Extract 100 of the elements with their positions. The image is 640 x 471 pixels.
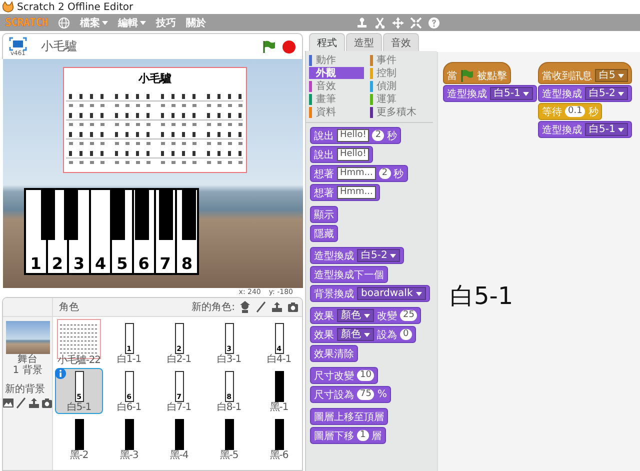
flag-button[interactable]	[262, 40, 276, 54]
upload-icon[interactable]	[28, 397, 40, 409]
code-block[interactable]: 背景換成 boardwalk	[310, 285, 430, 302]
category-item[interactable]: 音效	[309, 80, 364, 92]
fullscreen-icon[interactable]	[9, 36, 27, 50]
flag-icon	[460, 68, 474, 82]
code-block[interactable]: 尺寸改變 10	[310, 367, 378, 384]
tab[interactable]: 程式	[309, 33, 345, 51]
sprite-name: 白3-1	[217, 354, 241, 365]
dropdown-menu[interactable]: boardwalk	[357, 287, 426, 300]
costume-name-text: 白5-1	[450, 281, 514, 312]
stage-thumbnail[interactable]	[6, 321, 50, 354]
scissors-icon[interactable]	[374, 16, 386, 28]
caret-icon	[364, 332, 370, 336]
sharp-key[interactable]	[40, 188, 55, 240]
code-block[interactable]: 效果 顏色 設為 0	[310, 326, 416, 343]
category-item[interactable]: 外觀	[309, 67, 364, 79]
image-icon[interactable]	[3, 397, 14, 409]
code-block[interactable]: 造型換成 白5-2	[310, 247, 404, 264]
dropdown-menu[interactable]: 顏色	[337, 309, 374, 322]
dropdown-menu[interactable]: 白5-2	[357, 249, 400, 262]
category-item[interactable]: 畫筆	[309, 93, 364, 105]
sharp-key[interactable]	[64, 188, 78, 240]
code-block[interactable]: 想著 Hmm... 2 秒	[310, 165, 408, 182]
project-title: 小毛驢	[40, 38, 78, 55]
brush-icon[interactable]	[15, 397, 27, 409]
dropdown-menu[interactable]: 白5-2	[585, 87, 628, 100]
info-icon[interactable]	[55, 368, 66, 379]
number-input[interactable]: 25	[400, 310, 418, 321]
sharp-key-thumbnail	[124, 418, 134, 450]
new-backdrop-label: 新的背景	[4, 384, 45, 395]
category-item[interactable]: 運算	[370, 93, 424, 105]
upload-icon[interactable]	[271, 301, 283, 313]
category-item[interactable]: 控制	[370, 67, 424, 79]
sprite-tile[interactable]: 小毛驢-22	[55, 320, 103, 366]
code-block[interactable]: 造型換成下一個	[310, 266, 388, 283]
code-block[interactable]: 隱藏	[310, 225, 338, 242]
sprite-name: 白6-1	[117, 402, 141, 413]
number-input[interactable]: 75	[357, 389, 374, 400]
code-block[interactable]: 說出 Hello! 2 秒	[310, 127, 402, 144]
caret-icon	[364, 314, 370, 318]
tab[interactable]: 造型	[346, 33, 382, 51]
dropdown-menu[interactable]: 白5-1	[585, 123, 628, 136]
code-block[interactable]: 想著 Hmm...	[310, 184, 380, 201]
code-block[interactable]: 說出 Hello!	[310, 146, 374, 163]
dropdown-menu[interactable]: 顏色	[337, 328, 374, 341]
stamp-icon[interactable]	[356, 16, 368, 28]
code-block[interactable]: 圖層上移至頂層	[310, 408, 388, 425]
number-input[interactable]: 10	[357, 370, 374, 381]
number-input[interactable]: 1	[357, 430, 369, 441]
category-item[interactable]: 資料	[309, 106, 364, 118]
category-item[interactable]: 偵測	[370, 80, 424, 92]
person-icon[interactable]	[239, 301, 251, 313]
tab[interactable]: 音效	[383, 33, 419, 51]
code-block[interactable]: 尺寸設為 75 %	[310, 386, 391, 403]
sprite-name: 白2-1	[167, 354, 191, 365]
caret-icon	[618, 128, 624, 132]
category-label: 資料	[316, 106, 336, 119]
help-icon[interactable]	[428, 16, 440, 28]
sharp-key[interactable]	[111, 188, 126, 240]
sharp-key[interactable]	[158, 188, 173, 240]
dropdown-menu[interactable]: 白5-1	[490, 87, 534, 100]
code-block[interactable]: 效果 顏色 改變 25	[310, 307, 422, 324]
code-block[interactable]: 顯示	[310, 206, 338, 223]
category-item[interactable]: 更多積木	[370, 106, 424, 118]
code-block[interactable]: 造型換成 白5-1	[443, 85, 538, 102]
grow-icon[interactable]	[392, 16, 404, 28]
camera-icon[interactable]	[41, 397, 53, 409]
category-item[interactable]: 動作	[309, 54, 364, 66]
sprites-label: 角色	[59, 301, 79, 314]
globe-icon[interactable]	[58, 16, 70, 28]
text-input[interactable]: Hmm...	[337, 167, 376, 180]
stage-label: 舞台	[18, 354, 38, 365]
brush-icon[interactable]	[255, 301, 267, 313]
code-block[interactable]: 造型換成 白5-2	[538, 85, 632, 102]
code-block[interactable]: 圖層下移 1 層	[310, 427, 386, 444]
text-input[interactable]: Hmm...	[337, 186, 376, 199]
code-block[interactable]: 造型換成 白5-1	[538, 121, 632, 138]
hat-block[interactable]: 當收到訊息 白5	[538, 62, 632, 84]
dropdown-menu[interactable]: 白5	[595, 69, 628, 82]
category-label: 音效	[316, 80, 336, 93]
shrink-icon[interactable]	[410, 16, 422, 28]
category-label: 動作	[316, 54, 336, 67]
sharp-key[interactable]	[182, 188, 196, 240]
sprite-name: 黑-3	[120, 450, 138, 461]
code-block[interactable]: 等待 0.1 秒	[538, 103, 602, 120]
text-input[interactable]: Hello!	[337, 148, 370, 161]
category-item[interactable]: 事件	[370, 54, 424, 66]
number-input[interactable]: 0.1	[565, 106, 586, 117]
number-input[interactable]: 2	[378, 168, 391, 179]
caret-icon	[102, 20, 108, 24]
sprite-name: 白1-1	[117, 354, 141, 365]
number-input[interactable]: 0	[400, 329, 412, 340]
text-input[interactable]: Hello!	[337, 129, 370, 142]
stop-button[interactable]	[282, 40, 296, 54]
code-block[interactable]: 效果清除	[310, 345, 358, 362]
number-input[interactable]: 2	[372, 130, 384, 141]
category-label: 運算	[376, 93, 396, 106]
backdrop-count: 1 背景	[12, 365, 42, 376]
camera-icon[interactable]	[287, 301, 299, 313]
